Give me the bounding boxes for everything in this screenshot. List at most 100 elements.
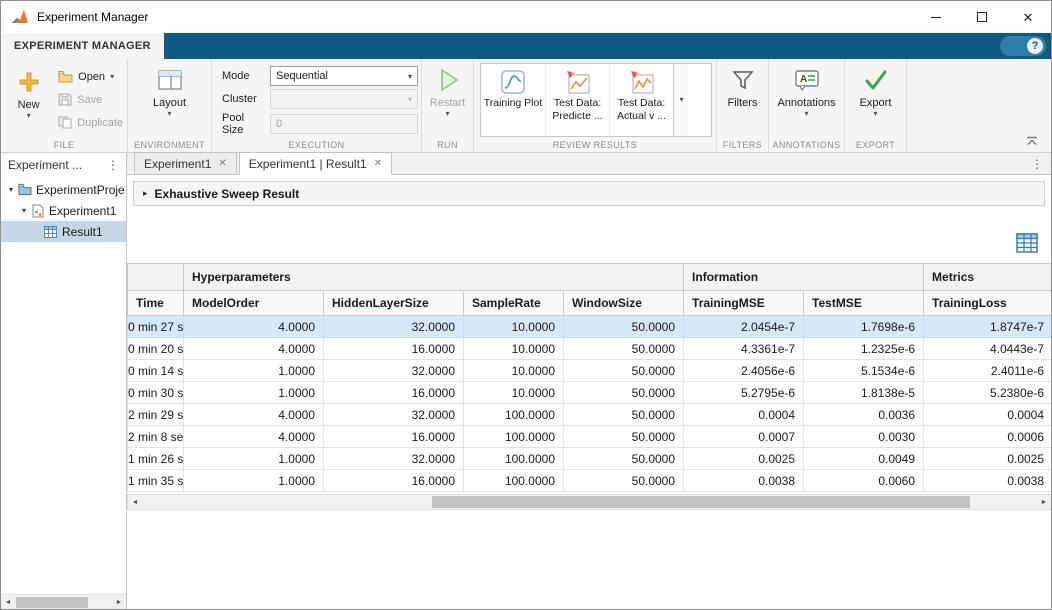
table-cell[interactable]: 32.0000 xyxy=(324,360,464,382)
gallery-expand-button[interactable]: ▾ xyxy=(673,64,689,136)
scroll-left-icon[interactable]: ◄ xyxy=(128,499,142,506)
table-cell[interactable]: 0.0049 xyxy=(804,448,924,470)
scroll-left-icon[interactable]: ◄ xyxy=(1,599,15,606)
table-cell[interactable]: 0.0007 xyxy=(684,426,804,448)
table-cell[interactable]: 2.0454e-7 xyxy=(684,316,804,338)
column-header-windowsize[interactable]: WindowSize xyxy=(564,291,684,316)
table-cell[interactable]: 10.0000 xyxy=(464,382,564,404)
column-header-hiddenlayersize[interactable]: HiddenLayerSize xyxy=(324,291,464,316)
table-cell[interactable]: 2 min 8 sec xyxy=(128,426,184,448)
test-data-actual-button[interactable]: Test Data: Actual v ... xyxy=(609,64,673,136)
table-cell[interactable]: 5.2795e-6 xyxy=(684,382,804,404)
scrollbar-thumb[interactable] xyxy=(16,597,88,608)
save-button[interactable]: Save xyxy=(54,88,127,111)
column-header-testmse[interactable]: TestMSE xyxy=(804,291,924,316)
table-cell[interactable]: 4.0443e-7 xyxy=(924,338,1052,360)
table-cell[interactable]: 1.8747e-7 xyxy=(924,316,1052,338)
table-cell[interactable]: 32.0000 xyxy=(324,448,464,470)
annotations-button[interactable]: A Annotations ▾ xyxy=(780,59,834,152)
tab-experiment1[interactable]: Experiment1 ✕ xyxy=(134,152,237,174)
table-cell[interactable]: 0.0025 xyxy=(924,448,1052,470)
table-cell[interactable]: 100.0000 xyxy=(464,426,564,448)
tree-item-project[interactable]: ▾ ExperimentProje xyxy=(1,179,126,200)
table-view-button[interactable] xyxy=(1016,232,1038,254)
table-cell[interactable]: 0.0038 xyxy=(924,470,1052,492)
tree-item-experiment1[interactable]: ▾ Experiment1 xyxy=(1,200,126,221)
table-cell[interactable]: 1 min 26 sec xyxy=(128,448,184,470)
collapse-toolstrip-button[interactable] xyxy=(1025,136,1039,146)
table-cell[interactable]: 0.0060 xyxy=(804,470,924,492)
table-cell[interactable]: 0.0038 xyxy=(684,470,804,492)
close-icon[interactable]: ✕ xyxy=(218,159,226,169)
duplicate-button[interactable]: Duplicate xyxy=(54,111,127,134)
table-cell[interactable]: 50.0000 xyxy=(564,426,684,448)
table-cell[interactable]: 32.0000 xyxy=(324,404,464,426)
table-cell[interactable]: 50.0000 xyxy=(564,316,684,338)
tree-expander-icon[interactable]: ▾ xyxy=(18,206,30,215)
column-header-trainingmse[interactable]: TrainingMSE xyxy=(684,291,804,316)
table-cell[interactable]: 1.2325e-6 xyxy=(804,338,924,360)
mode-dropdown[interactable]: Sequential ▾ xyxy=(270,66,418,86)
table-cell[interactable]: 1.0000 xyxy=(184,360,324,382)
table-cell[interactable]: 50.0000 xyxy=(564,404,684,426)
tree-item-result1[interactable]: Result1 xyxy=(1,221,126,242)
table-cell[interactable]: 1.7698e-6 xyxy=(804,316,924,338)
sidebar-horizontal-scrollbar[interactable]: ◄ ► xyxy=(1,594,126,609)
table-cell[interactable]: 32.0000 xyxy=(324,316,464,338)
table-cell[interactable]: 4.3361e-7 xyxy=(684,338,804,360)
table-cell[interactable]: 16.0000 xyxy=(324,338,464,360)
table-cell[interactable]: 10.0000 xyxy=(464,360,564,382)
table-cell[interactable]: 0 min 30 sec xyxy=(128,382,184,404)
scrollbar-thumb[interactable] xyxy=(432,496,970,508)
table-cell[interactable]: 1.0000 xyxy=(184,382,324,404)
column-header-trainingloss[interactable]: TrainingLoss xyxy=(924,291,1052,316)
filters-button[interactable]: Filters xyxy=(717,59,768,152)
table-cell[interactable]: 0.0030 xyxy=(804,426,924,448)
cluster-dropdown[interactable]: ▾ xyxy=(270,89,418,109)
table-cell[interactable]: 50.0000 xyxy=(564,338,684,360)
export-button[interactable]: Export ▾ xyxy=(849,59,903,152)
section-expander-icon[interactable]: ▸ xyxy=(143,188,148,199)
table-cell[interactable]: 1.0000 xyxy=(184,448,324,470)
table-cell[interactable]: 16.0000 xyxy=(324,470,464,492)
table-cell[interactable]: 100.0000 xyxy=(464,404,564,426)
table-cell[interactable]: 16.0000 xyxy=(324,426,464,448)
table-cell[interactable]: 4.0000 xyxy=(184,338,324,360)
table-horizontal-scrollbar[interactable]: ◄ ► xyxy=(127,494,1052,510)
table-cell[interactable]: 0 min 20 sec xyxy=(128,338,184,360)
open-button[interactable]: Open ▾ xyxy=(54,65,127,88)
close-icon[interactable]: ✕ xyxy=(374,159,382,169)
table-cell[interactable]: 0.0025 xyxy=(684,448,804,470)
tab-overflow-menu-button[interactable]: ⋮ xyxy=(1031,157,1043,171)
table-cell[interactable]: 1.0000 xyxy=(184,470,324,492)
scroll-right-icon[interactable]: ► xyxy=(112,599,126,606)
table-cell[interactable]: 0 min 14 sec xyxy=(128,360,184,382)
table-cell[interactable]: 100.0000 xyxy=(464,470,564,492)
table-cell[interactable]: 100.0000 xyxy=(464,448,564,470)
table-cell[interactable]: 16.0000 xyxy=(324,382,464,404)
tab-experiment-manager[interactable]: EXPERIMENT MANAGER xyxy=(1,33,164,59)
table-cell[interactable]: 50.0000 xyxy=(564,382,684,404)
table-cell[interactable]: 0.0036 xyxy=(804,404,924,426)
table-cell[interactable]: 2.4011e-6 xyxy=(924,360,1052,382)
table-cell[interactable]: 2.4056e-6 xyxy=(684,360,804,382)
table-cell[interactable]: 5.2380e-6 xyxy=(924,382,1052,404)
restart-button[interactable]: Restart ▾ xyxy=(422,59,473,152)
table-cell[interactable]: 1.8138e-5 xyxy=(804,382,924,404)
table-cell[interactable]: 50.0000 xyxy=(564,470,684,492)
test-data-predicted-button[interactable]: Test Data: Predicte ... xyxy=(545,64,609,136)
panel-menu-button[interactable]: ⋮ xyxy=(104,158,122,172)
scroll-right-icon[interactable]: ► xyxy=(1037,499,1051,506)
new-button[interactable]: New ▾ xyxy=(5,61,52,138)
result-section-header[interactable]: ▸ Exhaustive Sweep Result xyxy=(133,181,1045,206)
help-button[interactable]: ? xyxy=(1000,36,1046,56)
table-cell[interactable]: 50.0000 xyxy=(564,448,684,470)
column-header-time[interactable]: Time xyxy=(128,291,184,316)
minimize-button[interactable] xyxy=(913,1,959,33)
table-cell[interactable]: 0.0004 xyxy=(924,404,1052,426)
table-cell[interactable]: 4.0000 xyxy=(184,426,324,448)
table-cell[interactable]: 4.0000 xyxy=(184,316,324,338)
table-cell[interactable]: 0.0006 xyxy=(924,426,1052,448)
tree-expander-icon[interactable]: ▾ xyxy=(5,185,17,194)
table-cell[interactable]: 0.0004 xyxy=(684,404,804,426)
